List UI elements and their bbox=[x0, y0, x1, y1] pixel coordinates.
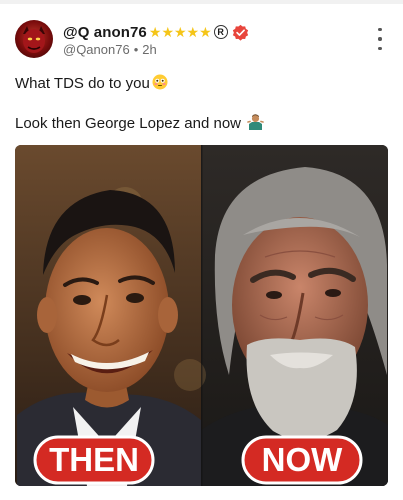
person-shrugging-emoji-icon bbox=[247, 114, 264, 130]
author-display-name[interactable]: @Q anon76 bbox=[63, 24, 147, 41]
post-text-line-1: What TDS do to you bbox=[15, 74, 168, 92]
post-text-line-2: Look then George Lopez and now bbox=[15, 113, 264, 132]
author-handle[interactable]: @Qanon76 bbox=[63, 42, 130, 57]
then-label: THEN bbox=[49, 441, 139, 478]
red-demon-avatar-icon bbox=[23, 26, 45, 53]
author-name-row: @Q anon76 ★★★★★ R bbox=[63, 22, 249, 42]
post-text-1: What TDS do to you bbox=[15, 75, 150, 92]
more-options-button[interactable] bbox=[373, 28, 387, 50]
post-meta: @Qanon76 • 2h bbox=[63, 42, 157, 57]
avatar[interactable] bbox=[15, 20, 53, 58]
stars-icon: ★★★★★ bbox=[148, 24, 212, 40]
meta-separator: • bbox=[133, 42, 139, 57]
post-image[interactable]: THEN NOW bbox=[15, 145, 388, 486]
post-time: 2h bbox=[142, 42, 157, 57]
star-rating: ★★★★★ bbox=[149, 25, 212, 39]
flushed-face-emoji-icon bbox=[152, 74, 168, 90]
post-text-2: Look then George Lopez and now bbox=[15, 115, 242, 132]
more-vertical-icon bbox=[378, 28, 382, 32]
then-now-comparison-image: THEN NOW bbox=[15, 145, 388, 486]
now-label: NOW bbox=[262, 441, 344, 478]
verified-badge-icon bbox=[232, 24, 248, 41]
top-divider bbox=[0, 0, 403, 4]
registered-mark: R bbox=[213, 25, 228, 39]
post-header: @Q anon76 ★★★★★ R @Qanon76 • 2h bbox=[15, 20, 395, 64]
